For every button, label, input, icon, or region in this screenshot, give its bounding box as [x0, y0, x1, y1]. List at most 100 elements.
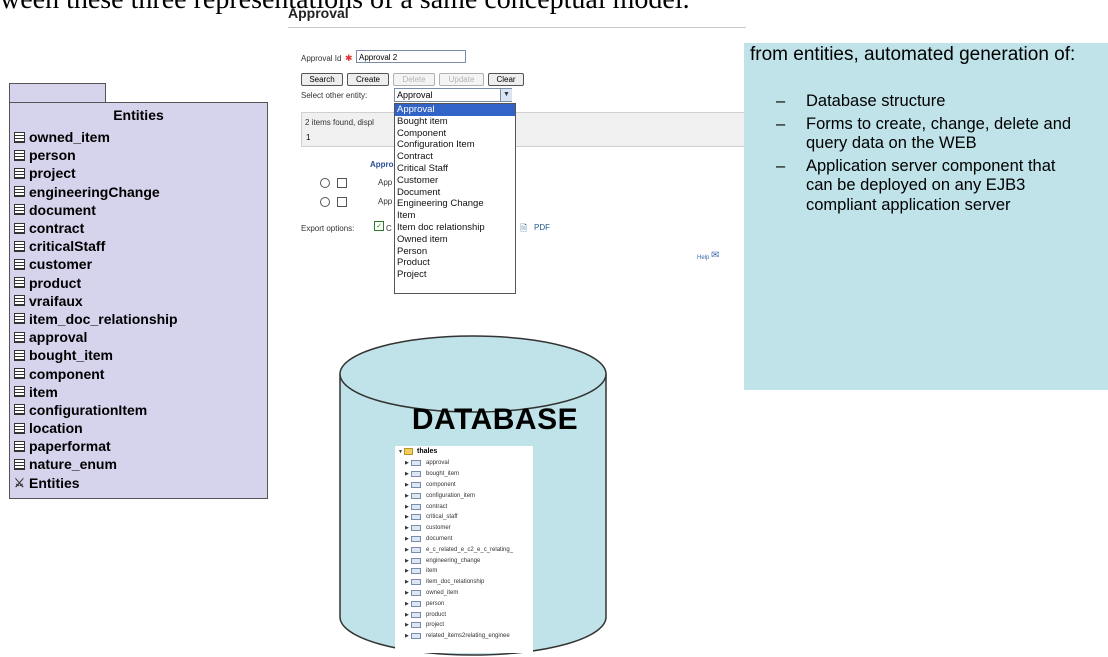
entity-item[interactable]: criticalStaff — [14, 237, 178, 255]
entity-item[interactable]: document — [14, 201, 178, 219]
db-table-node[interactable]: ▶ e_c_related_e_c2_e_c_relating_ — [405, 544, 513, 555]
row-radio[interactable] — [320, 197, 330, 207]
entities-list: owned_item person project engineeringCha… — [14, 128, 178, 492]
entity-item[interactable]: contract — [14, 219, 178, 237]
update-button[interactable]: Update — [439, 73, 484, 86]
db-table-node[interactable]: ▶ related_items2relating_enginee — [405, 631, 513, 642]
entity-class-icon — [14, 422, 25, 434]
package-icon: ⚔ — [14, 475, 25, 490]
entity-class-icon — [14, 186, 25, 198]
required-icon: ✱ — [345, 53, 353, 63]
entity-item[interactable]: customer — [14, 255, 178, 273]
db-table-node[interactable]: ▶ document — [405, 534, 513, 545]
dropdown-option[interactable]: Approval — [395, 104, 515, 116]
entity-item[interactable]: vraifaux — [14, 292, 178, 310]
row-checkbox[interactable] — [337, 197, 347, 207]
chevron-down-icon[interactable]: ▼ — [500, 89, 512, 101]
entity-class-icon — [14, 131, 25, 143]
bullet-dash: – — [776, 92, 786, 110]
row-radio[interactable] — [320, 178, 330, 188]
entity-class-icon — [14, 331, 25, 343]
schema-root-node[interactable]: ▼ thales — [398, 448, 437, 455]
db-table-node[interactable]: ▶ approval — [405, 458, 513, 469]
db-table-node[interactable]: ▶ component — [405, 480, 513, 491]
entity-package-item[interactable]: ⚔ Entities — [14, 474, 178, 492]
dropdown-option[interactable]: Owned item — [395, 234, 515, 246]
results-page-link[interactable]: 1 — [306, 133, 310, 142]
dropdown-option[interactable]: Critical Staff — [395, 163, 515, 175]
db-table-node[interactable]: ▶ critical_staff — [405, 512, 513, 523]
dropdown-option[interactable]: Item — [395, 210, 515, 222]
db-table-node[interactable]: ▶ item — [405, 566, 513, 577]
help-icon[interactable]: ✉ — [711, 250, 719, 261]
db-table-node[interactable]: ▶ product — [405, 609, 513, 620]
info-bullet: – Application server component that can b… — [776, 156, 1056, 214]
entity-dropdown-list[interactable]: Approval Bought item Component Configura… — [394, 103, 516, 294]
entity-item[interactable]: nature_enum — [14, 455, 178, 473]
table-row-text[interactable]: App — [378, 197, 392, 206]
select-entity-label: Select other entity: — [301, 91, 368, 100]
table-icon — [411, 471, 421, 478]
entity-item[interactable]: product — [14, 274, 178, 292]
table-icon — [411, 503, 421, 510]
approval-form-title: Approval — [288, 5, 349, 21]
entity-item[interactable]: bought_item — [14, 346, 178, 364]
db-table-node[interactable]: ▶ engineering_change — [405, 555, 513, 566]
dropdown-option[interactable]: Bought item — [395, 116, 515, 128]
dropdown-option[interactable]: Item doc relationship — [395, 222, 515, 234]
row-checkbox[interactable] — [337, 178, 347, 188]
db-table-node[interactable]: ▶ configuration_item — [405, 490, 513, 501]
entity-item[interactable]: person — [14, 146, 178, 164]
entity-item[interactable]: item_doc_relationship — [14, 310, 178, 328]
table-icon — [411, 546, 421, 553]
dropdown-option[interactable]: Product — [395, 257, 515, 269]
entity-class-icon — [14, 458, 25, 470]
entity-select[interactable]: Approval — [394, 88, 512, 102]
entity-item[interactable]: owned_item — [14, 128, 178, 146]
db-table-node[interactable]: ▶ project — [405, 620, 513, 631]
entity-item[interactable]: item — [14, 383, 178, 401]
delete-button[interactable]: Delete — [393, 73, 435, 86]
dropdown-option[interactable]: Project — [395, 269, 515, 281]
entity-item[interactable]: approval — [14, 328, 178, 346]
pdf-export-link[interactable]: PDF — [534, 223, 550, 232]
dropdown-option[interactable]: Engineering Change — [395, 198, 515, 210]
create-button[interactable]: Create — [347, 73, 389, 86]
pdf-export-icon[interactable]: 🗎 — [520, 221, 527, 237]
export-option-label[interactable]: C — [386, 224, 392, 233]
entity-item[interactable]: configurationItem — [14, 401, 178, 419]
db-table-node[interactable]: ▶ customer — [405, 523, 513, 534]
db-table-node[interactable]: ▶ owned_item — [405, 588, 513, 599]
help-link[interactable]: Help — [697, 255, 709, 261]
entities-panel-tab — [9, 83, 106, 103]
approval-id-field[interactable]: Approval 2 — [356, 50, 466, 63]
db-table-node[interactable]: ▶ person — [405, 598, 513, 609]
entity-item[interactable]: component — [14, 364, 178, 382]
dropdown-option[interactable]: Contract — [395, 151, 515, 163]
entity-item[interactable]: paperformat — [14, 437, 178, 455]
entity-class-icon — [14, 295, 25, 307]
dropdown-option[interactable]: Document — [395, 187, 515, 199]
clear-button[interactable]: Clear — [488, 73, 524, 86]
entity-item[interactable]: engineeringChange — [14, 183, 178, 201]
entity-class-icon — [14, 277, 25, 289]
database-schema-tree: ▼ thales ▶ approval ▶ bought_item ▶ componen… — [395, 446, 533, 653]
entity-item[interactable]: location — [14, 419, 178, 437]
info-bullet: – Forms to create, change, delete and que… — [776, 114, 1072, 153]
db-table-node[interactable]: ▶ contract — [405, 501, 513, 512]
csv-export-icon[interactable]: ✓ — [374, 221, 384, 231]
dropdown-option[interactable]: Customer — [395, 175, 515, 187]
dropdown-option[interactable]: Component — [395, 128, 515, 140]
search-button[interactable]: Search — [301, 73, 343, 86]
entity-class-icon — [14, 149, 25, 161]
entity-class-icon — [14, 258, 25, 270]
dropdown-option[interactable]: Person — [395, 246, 515, 258]
dropdown-option[interactable]: Configuration Item — [395, 139, 515, 151]
table-row-text[interactable]: App — [378, 178, 392, 187]
column-header-approval[interactable]: Appro — [370, 160, 394, 169]
db-table-node[interactable]: ▶ item_doc_relationship — [405, 577, 513, 588]
table-icon — [411, 481, 421, 488]
entity-item[interactable]: project — [14, 164, 178, 182]
table-icon — [411, 633, 421, 640]
db-table-node[interactable]: ▶ bought_item — [405, 469, 513, 480]
